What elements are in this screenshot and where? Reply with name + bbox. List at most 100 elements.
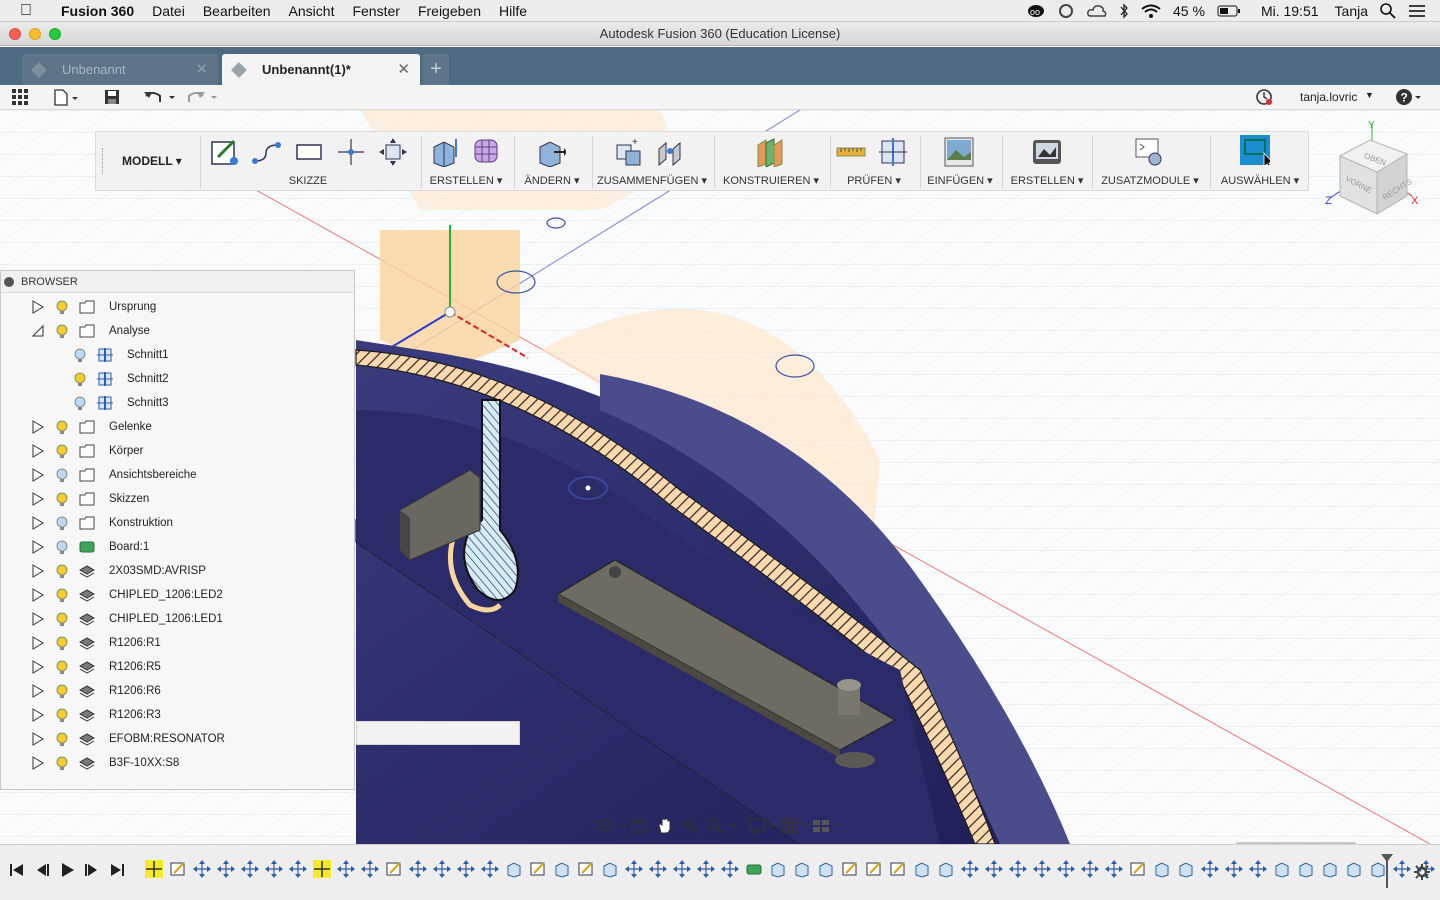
timeline-marker[interactable] — [1380, 854, 1394, 888]
group-skizze[interactable]: SKIZZE — [202, 132, 414, 190]
timeline-feature-move[interactable] — [337, 860, 355, 878]
browser-item[interactable]: R1206:R1 — [1, 631, 354, 655]
menu-ansicht[interactable]: Ansicht — [280, 0, 344, 22]
expand-arrow-icon[interactable] — [31, 540, 45, 557]
expanded-arrow-icon[interactable] — [31, 324, 45, 341]
timeline-feature-sketch[interactable] — [889, 860, 907, 878]
minimize-window-button[interactable] — [29, 28, 41, 40]
point-icon[interactable] — [336, 137, 366, 167]
visibility-bulb-icon[interactable] — [55, 300, 69, 319]
orbit-icon[interactable] — [596, 817, 626, 835]
timeline-feature-extrude[interactable] — [1321, 860, 1339, 878]
timeline-feature-move[interactable] — [241, 860, 259, 878]
go-to-start-icon[interactable] — [9, 862, 25, 878]
user-account-menu[interactable]: tanja.lovric — [1300, 90, 1357, 104]
visibility-bulb-icon[interactable] — [55, 660, 69, 679]
look-at-icon[interactable] — [630, 817, 648, 835]
visibility-bulb-icon[interactable] — [55, 612, 69, 631]
timeline-feature-move[interactable] — [289, 860, 307, 878]
insert-canvas-icon[interactable] — [944, 137, 974, 167]
render-icon[interactable] — [1032, 137, 1062, 167]
timeline-feature-extrude[interactable] — [937, 860, 955, 878]
timeline-feature-sketch[interactable] — [385, 860, 403, 878]
timeline-feature-move[interactable] — [145, 860, 163, 878]
browser-item[interactable]: 2X03SMD:AVRISP — [1, 559, 354, 583]
undo-icon[interactable] — [143, 88, 177, 106]
scripts-addins-icon[interactable] — [1134, 137, 1164, 167]
expand-arrow-icon[interactable] — [31, 588, 45, 605]
menu-bearbeiten[interactable]: Bearbeiten — [194, 0, 280, 22]
line-icon[interactable] — [252, 137, 282, 167]
browser-item[interactable]: Schnitt3 — [1, 391, 354, 415]
timeline-feature-move[interactable] — [1249, 860, 1267, 878]
timeline-feature-extrude[interactable] — [1297, 860, 1315, 878]
timeline-feature-extrude[interactable] — [1273, 860, 1291, 878]
sync-icon[interactable] — [1057, 4, 1075, 18]
step-back-icon[interactable] — [34, 862, 50, 878]
form-icon[interactable] — [472, 137, 502, 167]
timeline-settings-icon[interactable] — [1413, 863, 1431, 881]
new-tab-button[interactable]: + — [423, 54, 449, 85]
visibility-bulb-icon[interactable] — [55, 684, 69, 703]
timeline-feature-extrude[interactable] — [1153, 860, 1171, 878]
timeline-feature-extrude[interactable] — [505, 860, 523, 878]
tab-unbenannt[interactable]: Unbenannt ✕ — [22, 54, 218, 85]
offset-plane-icon[interactable] — [756, 137, 786, 167]
browser-item[interactable]: Gelenke — [1, 415, 354, 439]
visibility-bulb-icon[interactable] — [55, 324, 69, 343]
group-erstellen[interactable]: ERSTELLEN ▾ — [422, 132, 510, 190]
tab-unbenannt-1[interactable]: Unbenannt(1)* ✕ — [222, 54, 420, 85]
visibility-bulb-icon[interactable] — [55, 516, 69, 535]
timeline-feature-extrude[interactable] — [913, 860, 931, 878]
timeline-feature-move[interactable] — [217, 860, 235, 878]
section-analysis-icon[interactable] — [878, 137, 908, 167]
browser-item[interactable]: Schnitt1 — [1, 343, 354, 367]
expand-arrow-icon[interactable] — [31, 684, 45, 701]
expand-arrow-icon[interactable] — [31, 756, 45, 773]
menu-fenster[interactable]: Fenster — [343, 0, 408, 22]
user-menu[interactable]: Tanja — [1335, 3, 1368, 19]
menu-hilfe[interactable]: Hilfe — [490, 0, 536, 22]
pan-icon[interactable] — [656, 817, 674, 835]
help-icon[interactable]: ? — [1396, 88, 1424, 106]
expand-arrow-icon[interactable] — [31, 468, 45, 485]
sketch-move-icon[interactable] — [378, 137, 408, 167]
timeline-feature-move[interactable] — [1009, 860, 1027, 878]
timeline-feature-sketch[interactable] — [1129, 860, 1147, 878]
timeline-feature-extrude[interactable] — [769, 860, 787, 878]
expand-arrow-icon[interactable] — [31, 708, 45, 725]
timeline-feature-move[interactable] — [1105, 860, 1123, 878]
timeline-feature-extrude[interactable] — [1177, 860, 1195, 878]
visibility-bulb-icon[interactable] — [55, 564, 69, 583]
extrude-icon[interactable] — [430, 137, 460, 167]
ribbon-handle[interactable] — [102, 148, 104, 174]
close-tab-icon[interactable]: ✕ — [195, 60, 208, 78]
timeline-feature-move[interactable] — [1393, 860, 1411, 878]
timeline-feature-move[interactable] — [361, 860, 379, 878]
expand-arrow-icon[interactable] — [31, 732, 45, 749]
redo-icon[interactable] — [186, 88, 220, 106]
browser-item[interactable]: Ursprung — [1, 295, 354, 319]
chevron-down-icon[interactable]: ▼ — [1365, 90, 1374, 100]
save-icon[interactable] — [104, 89, 120, 105]
timeline-feature-move[interactable] — [673, 860, 691, 878]
browser-item[interactable]: Schnitt2 — [1, 367, 354, 391]
expand-arrow-icon[interactable] — [31, 492, 45, 509]
group-konstruieren[interactable]: KONSTRUIEREN ▾ — [716, 132, 826, 190]
timeline-feature-move[interactable] — [721, 860, 739, 878]
viewports-icon[interactable] — [812, 817, 842, 835]
zoom-icon[interactable] — [682, 817, 700, 835]
expand-arrow-icon[interactable] — [31, 564, 45, 581]
timeline-feature-extrude[interactable] — [601, 860, 619, 878]
timeline-feature-move[interactable] — [1057, 860, 1075, 878]
timeline-feature-move[interactable] — [1033, 860, 1051, 878]
apps-grid-icon[interactable] — [12, 89, 30, 107]
expand-arrow-icon[interactable] — [31, 516, 45, 533]
creative-cloud-icon[interactable]: oo — [1027, 4, 1045, 18]
browser-item[interactable]: Board:1 — [1, 535, 354, 559]
visibility-bulb-icon[interactable] — [55, 636, 69, 655]
timeline-feature-move[interactable] — [193, 860, 211, 878]
rectangle-icon[interactable] — [294, 137, 324, 167]
group-einfuegen[interactable]: EINFÜGEN ▾ — [922, 132, 998, 190]
create-sketch-icon[interactable] — [210, 137, 240, 167]
